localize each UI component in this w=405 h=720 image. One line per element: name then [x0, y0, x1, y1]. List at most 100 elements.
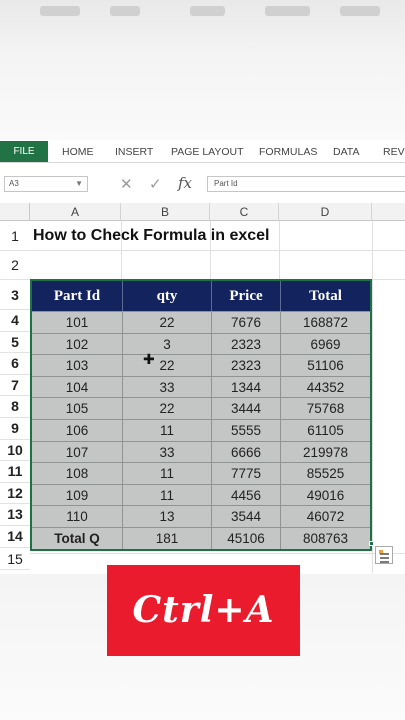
- shortcut-text: Ctrl+A: [132, 589, 275, 631]
- total-price[interactable]: 45106: [212, 527, 281, 549]
- row-header-2[interactable]: 2: [0, 251, 30, 280]
- name-box[interactable]: A3 ▼: [4, 176, 88, 192]
- cell-part-id[interactable]: 101: [32, 312, 123, 333]
- cell-price[interactable]: 2323: [212, 355, 281, 377]
- column-header-a[interactable]: A: [30, 203, 121, 221]
- cell-cursor-icon: ✚: [143, 351, 155, 367]
- cell-total[interactable]: 46072: [281, 506, 370, 527]
- cell-part-id[interactable]: 104: [32, 376, 123, 398]
- column-header-b[interactable]: B: [121, 203, 210, 221]
- table-row: 107 33 6666 219978: [32, 440, 370, 463]
- cell-total[interactable]: 61105: [281, 420, 370, 441]
- cell-price[interactable]: 7676: [212, 312, 281, 333]
- fill-handle[interactable]: [369, 541, 374, 546]
- header-price[interactable]: Price: [212, 281, 281, 311]
- tab-home[interactable]: HOME: [62, 146, 94, 158]
- tab-review[interactable]: REVI: [383, 146, 405, 158]
- cell-part-id[interactable]: 110: [32, 506, 123, 528]
- row-header-8[interactable]: 8: [0, 396, 30, 418]
- cell-price[interactable]: 4456: [212, 484, 281, 506]
- cell-price[interactable]: 6666: [212, 441, 281, 463]
- cell-part-id[interactable]: 107: [32, 441, 123, 463]
- spreadsheet-grid: A B C D 1 2 3 4 5 6 7 8 9 10 11 12 13 14…: [0, 203, 405, 573]
- cell-total[interactable]: 219978: [281, 442, 370, 463]
- tab-insert[interactable]: INSERT: [115, 146, 153, 158]
- cell-part-id[interactable]: 108: [32, 463, 123, 485]
- cross-icon[interactable]: ✕: [120, 175, 133, 193]
- row-header-9[interactable]: 9: [0, 418, 30, 440]
- row-header-10[interactable]: 10: [0, 439, 30, 462]
- cell-qty[interactable]: 33: [123, 441, 212, 463]
- total-label[interactable]: Total Q: [32, 527, 123, 549]
- ribbon-tabs: FILE HOME INSERT PAGE LAYOUT FORMULAS DA…: [0, 141, 405, 163]
- row-header-4[interactable]: 4: [0, 310, 30, 332]
- cell-qty[interactable]: 11: [123, 484, 212, 506]
- table-header-row: Part Id qty Price Total: [32, 281, 370, 311]
- data-table: Part Id qty Price Total 101 22 7676 168872 1…: [30, 279, 372, 551]
- quick-analysis-icon[interactable]: [375, 546, 393, 564]
- table-row: 105 22 3444 75768: [32, 397, 370, 420]
- cell-part-id[interactable]: 105: [32, 398, 123, 420]
- row-header-11[interactable]: 11: [0, 461, 30, 483]
- cell-total[interactable]: 85525: [281, 463, 370, 484]
- row-header-3[interactable]: 3: [0, 280, 30, 310]
- cell-price[interactable]: 3544: [212, 506, 281, 528]
- table-row: 106 11 5555 61105: [32, 418, 370, 441]
- total-total[interactable]: 808763: [281, 527, 370, 549]
- cell-qty[interactable]: 11: [123, 419, 212, 441]
- sheet-title[interactable]: How to Check Formula in excel: [33, 227, 270, 245]
- column-header-e[interactable]: [372, 203, 405, 221]
- row-header-6[interactable]: 6: [0, 353, 30, 375]
- cell-total[interactable]: 6969: [281, 334, 370, 355]
- table-row: 103 22 2323 51106: [32, 354, 370, 377]
- cell-qty[interactable]: 33: [123, 376, 212, 398]
- total-qty[interactable]: 181: [123, 527, 212, 549]
- cell-total[interactable]: 168872: [281, 312, 370, 333]
- cell-part-id[interactable]: 103: [32, 355, 123, 377]
- header-qty[interactable]: qty: [123, 281, 212, 311]
- insert-function-button[interactable]: fx: [178, 174, 192, 192]
- cell-part-id[interactable]: 109: [32, 484, 123, 506]
- cell-qty[interactable]: 3: [123, 333, 212, 355]
- row-header-15[interactable]: 15: [0, 547, 30, 570]
- header-part-id[interactable]: Part Id: [32, 281, 123, 311]
- tab-formulas[interactable]: FORMULAS: [259, 146, 317, 158]
- cell-part-id[interactable]: 102: [32, 333, 123, 355]
- cell-qty[interactable]: 22: [123, 355, 212, 377]
- cell-qty[interactable]: 11: [123, 463, 212, 485]
- row-header-5[interactable]: 5: [0, 331, 30, 354]
- column-header-c[interactable]: C: [210, 203, 279, 221]
- cell-total[interactable]: 75768: [281, 398, 370, 419]
- cell-part-id[interactable]: 106: [32, 419, 123, 441]
- cell-qty[interactable]: 22: [123, 312, 212, 333]
- cell-total[interactable]: 44352: [281, 377, 370, 398]
- cell-price[interactable]: 7775: [212, 463, 281, 485]
- cell-qty[interactable]: 22: [123, 398, 212, 420]
- cell-qty[interactable]: 13: [123, 506, 212, 528]
- tab-page-layout[interactable]: PAGE LAYOUT: [171, 146, 244, 158]
- select-all-corner[interactable]: [0, 203, 30, 221]
- header-total[interactable]: Total: [281, 281, 370, 311]
- table-row: 102 3 2323 6969: [32, 332, 370, 355]
- cell-price[interactable]: 5555: [212, 419, 281, 441]
- formula-input[interactable]: Part Id: [207, 176, 405, 192]
- name-box-value: A3: [9, 179, 19, 188]
- row-header-1[interactable]: 1: [0, 221, 30, 251]
- cell-price[interactable]: 3444: [212, 398, 281, 420]
- check-icon[interactable]: ✓: [149, 175, 162, 193]
- cell-price[interactable]: 1344: [212, 376, 281, 398]
- column-header-d[interactable]: D: [279, 203, 372, 221]
- row-header-12[interactable]: 12: [0, 482, 30, 505]
- cell-price[interactable]: 2323: [212, 333, 281, 355]
- cell-total[interactable]: 49016: [281, 485, 370, 506]
- blurred-top-area: [0, 0, 405, 140]
- cell-total[interactable]: 51106: [281, 355, 370, 376]
- table-row: 110 13 3544 46072: [32, 505, 370, 528]
- tab-file[interactable]: FILE: [0, 141, 48, 162]
- row-header-7[interactable]: 7: [0, 374, 30, 397]
- formula-bar: A3 ▼ ✕ ✓ fx Part Id: [0, 172, 405, 196]
- row-header-14[interactable]: 14: [0, 526, 30, 548]
- chevron-down-icon[interactable]: ▼: [75, 177, 83, 191]
- tab-data[interactable]: DATA: [333, 146, 359, 158]
- row-header-13[interactable]: 13: [0, 504, 30, 526]
